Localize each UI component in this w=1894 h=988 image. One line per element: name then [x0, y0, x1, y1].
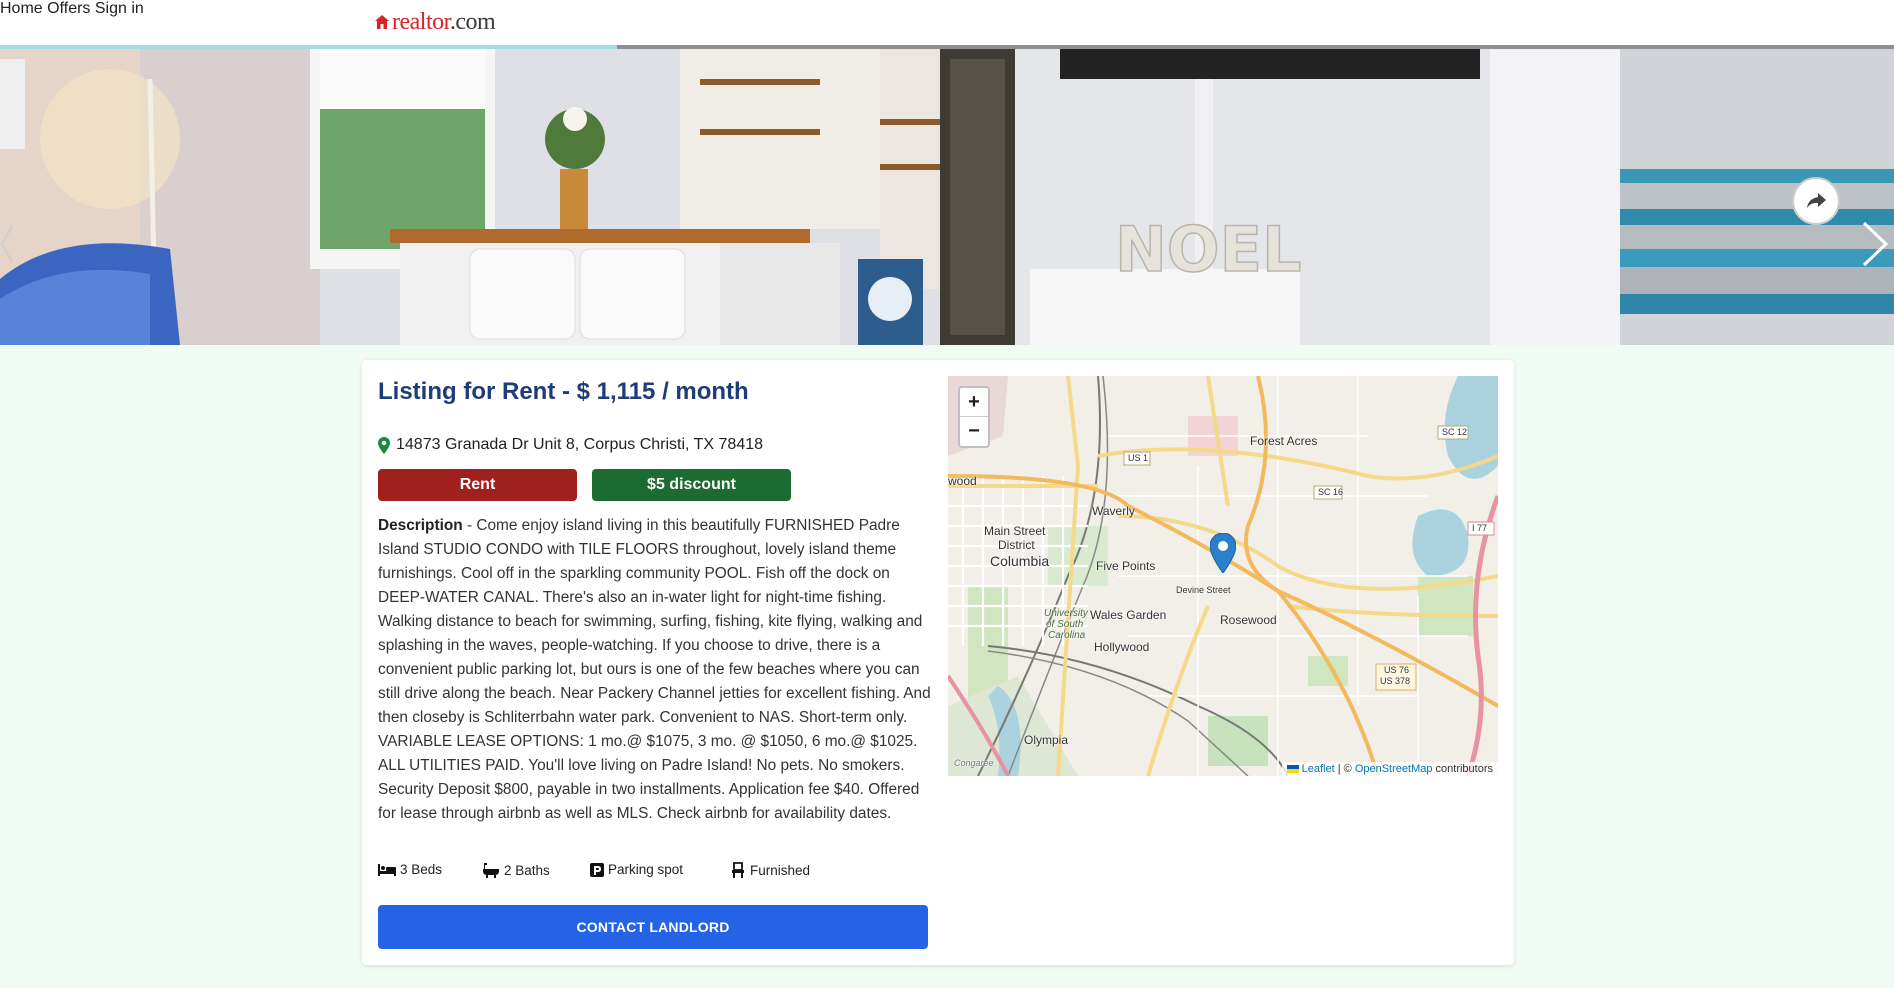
map-label-hollywood: Hollywood: [1094, 640, 1150, 654]
openstreetmap-link[interactable]: OpenStreetMap: [1355, 763, 1433, 775]
parking-icon: [590, 862, 604, 877]
baths-text: 2 Baths: [504, 862, 550, 878]
map-label-rosewood: Rosewood: [1220, 613, 1277, 627]
listing-card: Listing for Rent - $ 1,115 / month 14873…: [362, 360, 1514, 965]
location-pin-icon[interactable]: [1210, 533, 1236, 573]
ukraine-flag-icon: [1286, 765, 1299, 774]
top-header: realtor.com Home Offers Sign in: [0, 0, 1894, 45]
map-label-wales-garden: Wales Garden: [1090, 608, 1167, 622]
listing-photo-carousel[interactable]: NOEL: [0, 49, 1894, 345]
share-arrow-icon: [1807, 193, 1826, 208]
map-label-wood: wood: [948, 474, 977, 488]
map-shield-us76: US 76: [1384, 665, 1410, 675]
bed-icon: [378, 863, 396, 876]
location-map[interactable]: Forest Acres Waverly Main Street Distric…: [948, 376, 1498, 776]
map-label-district: District: [998, 538, 1035, 552]
next-photo-icon[interactable]: [1860, 219, 1890, 269]
description-label: Description: [378, 517, 463, 534]
discount-badge: $5 discount: [592, 469, 791, 501]
map-label-waverly: Waverly: [1092, 504, 1135, 518]
address-text: 14873 Granada Dr Unit 8, Corpus Christi,…: [396, 436, 764, 453]
noel-sign: NOEL: [1115, 213, 1301, 286]
map-marker-icon: [378, 436, 390, 454]
logo-text: realtor.com: [392, 8, 496, 36]
map-label-university: University: [1044, 608, 1088, 619]
furnished-text: Furnished: [750, 862, 811, 878]
rent-badge: Rent: [378, 469, 577, 501]
logo-text-realtor: realtor: [392, 8, 450, 35]
listing-description: Description - Come enjoy island living i…: [378, 514, 934, 826]
share-button[interactable]: [1792, 177, 1840, 225]
attrib-contributors: contributors: [1432, 763, 1493, 775]
map-label-columbia: Columbia: [990, 553, 1050, 569]
map-label-of-south: of South: [1046, 619, 1084, 630]
map-label-carolina: Carolina: [1048, 630, 1086, 641]
map-shield-us1: US 1: [1128, 453, 1149, 463]
listing-title: Listing for Rent - $ 1,115 / month: [378, 378, 749, 405]
map-label-forest-acres: Forest Acres: [1250, 434, 1318, 448]
map-label-olympia: Olympia: [1024, 733, 1069, 747]
feature-furnished: Furnished: [730, 862, 810, 878]
zoom-out-button[interactable]: −: [960, 417, 988, 446]
map-shield-sc12: SC 12: [1442, 427, 1468, 437]
parking-text: Parking spot: [608, 862, 684, 877]
nav-home-link[interactable]: Home: [0, 0, 43, 17]
listing-photo: NOEL: [0, 49, 1894, 345]
map-shield-us378: US 378: [1380, 676, 1411, 686]
leaflet-link[interactable]: Leaflet: [1302, 763, 1335, 775]
map-label-congaree: Congaree: [954, 758, 994, 768]
map-label-main-street: Main Street: [984, 524, 1046, 538]
description-text: - Come enjoy island living in this beaut…: [378, 517, 931, 822]
bath-icon: [483, 863, 499, 878]
contact-landlord-button[interactable]: CONTACT LANDLORD: [378, 905, 928, 949]
map-zoom-control: + −: [958, 386, 990, 448]
map-shield-sc16: SC 16: [1318, 487, 1344, 497]
feature-baths: 2 Baths: [482, 862, 550, 878]
map-tiles: [948, 376, 1498, 776]
zoom-in-button[interactable]: +: [960, 388, 988, 417]
previous-photo-icon[interactable]: [0, 224, 14, 264]
feature-beds: 3 Beds: [378, 862, 442, 877]
nav-offers-link[interactable]: Offers: [47, 0, 90, 17]
realtor-logo[interactable]: realtor.com: [374, 8, 496, 36]
feature-parking: Parking spot: [590, 862, 683, 877]
map-label-five-points: Five Points: [1096, 559, 1156, 573]
logo-text-dotcom: .com: [449, 8, 496, 35]
map-attribution: Leaflet | © OpenStreetMap contributors: [1281, 762, 1498, 776]
map-shield-i77: I 77: [1472, 523, 1488, 533]
chair-icon: [732, 862, 744, 878]
house-logo-icon: [375, 15, 389, 29]
map-label-devine-street: Devine Street: [1176, 585, 1231, 595]
nav-signin-link[interactable]: Sign in: [95, 0, 144, 17]
beds-text: 3 Beds: [400, 862, 443, 877]
attrib-separator: | ©: [1334, 763, 1355, 775]
listing-address: 14873 Granada Dr Unit 8, Corpus Christi,…: [378, 436, 763, 454]
